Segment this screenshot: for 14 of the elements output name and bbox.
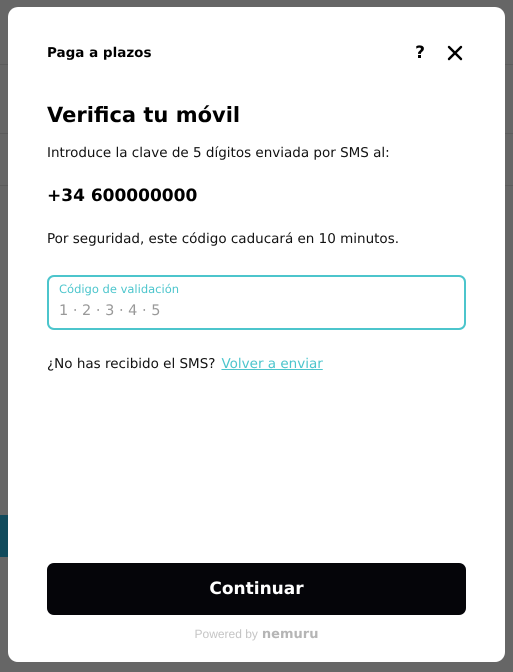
- modal-heading: Paga a plazos: [47, 45, 152, 61]
- code-input[interactable]: 1 · 2 · 3 · 4 · 5: [59, 300, 454, 322]
- resend-prompt: ¿No has recibido el SMS?: [47, 356, 216, 372]
- brand-logo: nemuru: [262, 627, 318, 642]
- dialog-title: Verifica tu móvil: [47, 103, 242, 127]
- background-panel: [0, 515, 8, 557]
- help-button[interactable]: ?: [415, 43, 425, 63]
- continue-button[interactable]: Continuar: [47, 563, 466, 615]
- phone-number: +34 600000000: [47, 186, 198, 206]
- powered-by-text: Powered by: [194, 627, 258, 641]
- expiry-notice: Por seguridad, este código caducará en 10 minutos.: [47, 231, 400, 247]
- close-icon[interactable]: [447, 45, 463, 61]
- field-label: Código de validación: [59, 282, 180, 296]
- instruction-text: Introduce la clave de 5 dígitos enviada por SMS al:: [47, 145, 391, 161]
